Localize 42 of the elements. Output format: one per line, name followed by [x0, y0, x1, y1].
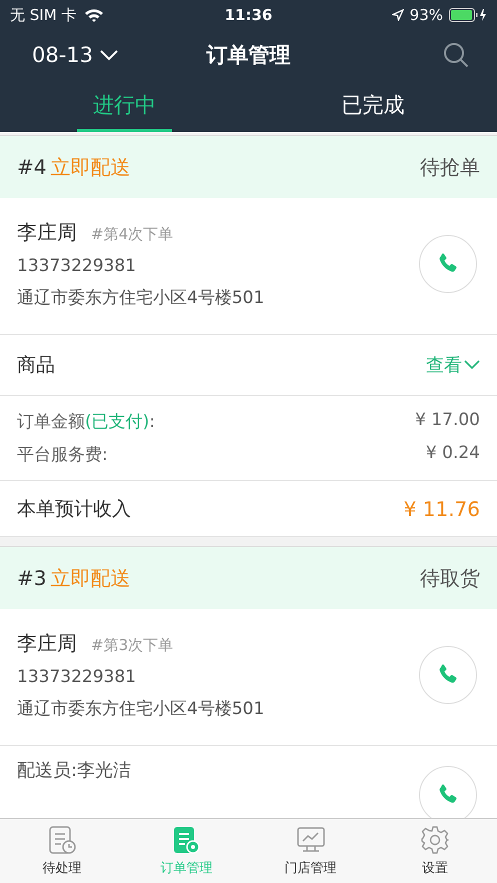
phone-number: 13373229381 [17, 256, 137, 276]
search-icon[interactable] [443, 42, 469, 68]
order-count: #第4次下单 [91, 225, 174, 244]
address: 通辽市委东方住宅小区4号楼501 [17, 698, 266, 720]
battery-percent: 93% [410, 6, 443, 24]
delivery-type: 立即配送 [50, 154, 130, 180]
fee-label: 平台服务费: [17, 444, 108, 466]
wifi-icon [84, 8, 104, 22]
document-gear-icon [171, 825, 202, 855]
income-value: ¥ 11.76 [404, 496, 480, 520]
income-label: 本单预计收入 [17, 496, 131, 522]
delivery-type: 立即配送 [50, 564, 130, 592]
settings-icon [420, 825, 450, 855]
bottom-tab[interactable]: 设置 [372, 819, 497, 883]
clock: 11:36 [224, 6, 272, 24]
order-number: #4 [17, 155, 46, 179]
chevron-down-icon [99, 49, 120, 61]
customer-name: 李庄周 [17, 219, 77, 246]
carrier-label: 无 SIM 卡 [10, 6, 76, 24]
battery-icon [449, 7, 487, 23]
goods-label: 商品 [17, 353, 55, 378]
address: 通辽市委东方住宅小区4号楼501 [17, 287, 266, 309]
fee-value: ¥ 0.24 [426, 443, 480, 465]
call-button[interactable] [419, 766, 477, 818]
date-picker[interactable]: 08-13 [20, 43, 128, 67]
amount-value: ¥ 17.00 [415, 410, 480, 432]
order-status: 待取货 [420, 564, 480, 592]
page-title: 订单管理 [206, 43, 290, 67]
order-count: #第3次下单 [91, 636, 174, 655]
courier-name: 配送员:李光洁 [17, 759, 132, 782]
phone-number: 13373229381 [17, 667, 137, 687]
monitor-chart-icon [296, 825, 326, 855]
location-icon [392, 9, 404, 21]
tab[interactable]: 已完成 [325, 80, 420, 132]
order-status: 待抢单 [420, 154, 480, 180]
amount-label: 订单金额(已支付): [17, 411, 155, 433]
bottom-tab[interactable]: 门店管理 [248, 819, 373, 883]
chevron-down-icon [464, 360, 480, 370]
clipboard-clock-icon [47, 825, 78, 855]
customer-name: 李庄周 [17, 630, 77, 657]
order-number: #3 [17, 566, 46, 590]
bottom-tab[interactable]: 待处理 [0, 819, 124, 883]
